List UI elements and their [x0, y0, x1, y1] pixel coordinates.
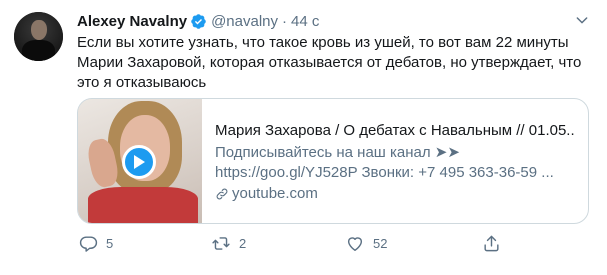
card-domain-text: youtube.com [232, 185, 318, 202]
reply-count: 5 [106, 235, 114, 251]
card-info: Мария Захарова / О дебатах с Навальным /… [215, 121, 575, 204]
retweet-icon [211, 234, 231, 253]
author-handle[interactable]: @navalny [211, 13, 278, 30]
retweet-count: 2 [239, 235, 247, 251]
like-button[interactable]: 52 [345, 232, 387, 254]
share-icon [482, 234, 501, 253]
like-count: 52 [373, 235, 388, 251]
card-thumbnail[interactable] [78, 99, 202, 223]
tweet[interactable]: Alexey Navalny @navalny · 44 с Если вы х… [0, 0, 607, 275]
play-icon[interactable] [122, 145, 156, 179]
tweet-actions: 5 2 52 [77, 232, 589, 254]
retweet-button[interactable]: 2 [211, 232, 246, 254]
card-domain: youtube.com [215, 184, 575, 204]
link-card[interactable]: Мария Захарова / О дебатах с Навальным /… [77, 98, 589, 224]
verified-badge-icon [190, 13, 207, 30]
link-icon [215, 187, 229, 201]
card-title: Мария Захарова / О дебатах с Навальным /… [215, 122, 575, 139]
separator-dot: · [282, 12, 288, 30]
avatar[interactable] [14, 12, 63, 61]
card-description: Подписывайтесь на наш канал ➤➤ https://g… [215, 144, 554, 181]
tweet-text: Если вы хотите узнать, что такое кровь и… [77, 34, 582, 91]
reply-icon [79, 234, 98, 253]
chevron-down-icon[interactable] [570, 10, 594, 30]
heart-icon [345, 234, 365, 253]
tweet-header: Alexey Navalny @navalny · 44 с [77, 11, 319, 31]
tweet-timestamp[interactable]: 44 с [291, 13, 319, 30]
reply-button[interactable]: 5 [79, 232, 113, 254]
share-button[interactable] [482, 232, 501, 254]
author-name[interactable]: Alexey Navalny [77, 13, 187, 30]
